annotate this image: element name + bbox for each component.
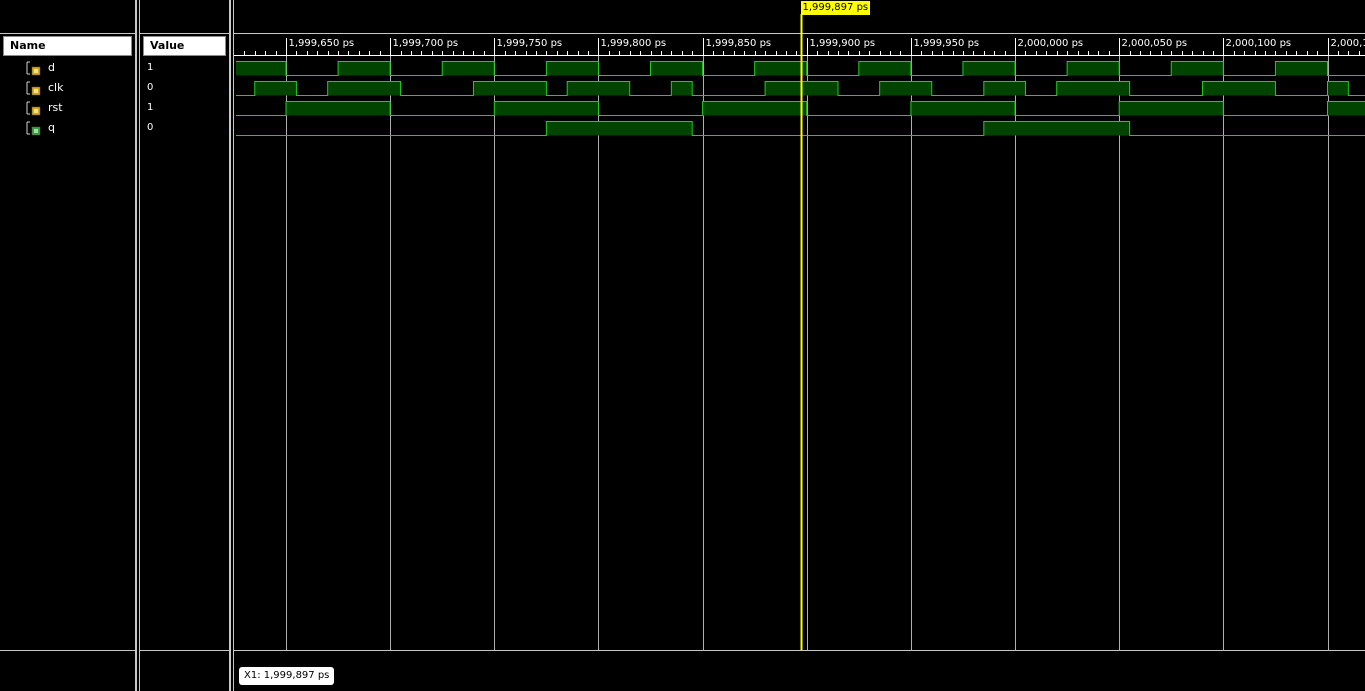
value-column-header[interactable]: Value — [143, 36, 226, 56]
waveform-high-segment — [983, 121, 1130, 136]
signal-name: q — [48, 121, 55, 134]
signal-value: 0 — [147, 82, 154, 93]
waveform-high-segment — [494, 101, 599, 116]
waveform-high-segment — [546, 61, 599, 76]
waveform-high-segment — [442, 61, 495, 76]
waveform-high-segment — [236, 61, 286, 76]
waveform-high-segment — [879, 81, 932, 96]
signal-value-row-d[interactable]: 1 — [140, 58, 230, 78]
ruler-tick-label: 2,000,050 ps — [1121, 38, 1188, 49]
ruler-tick-label: 1,999,650 ps — [288, 38, 355, 49]
waveform-high-segment — [1067, 61, 1120, 76]
name-pane-toolbar — [0, 0, 135, 34]
signal-value: 0 — [147, 122, 154, 133]
signal-value: 1 — [147, 102, 154, 113]
value-pane-footer — [140, 650, 229, 691]
waveform-high-segment — [1275, 61, 1328, 76]
cursor-x1-readout: X1: 1,999,897 ps — [239, 667, 335, 685]
ruler-tick-label: 1,999,900 ps — [809, 38, 876, 49]
waveform-high-segment — [650, 61, 703, 76]
signal-name: rst — [48, 101, 63, 114]
waveform-high-segment — [567, 81, 630, 96]
waveform-high-segment — [671, 81, 693, 96]
ruler-tick-label: 2,000,000 ps — [1017, 38, 1084, 49]
waveform-high-segment — [285, 101, 391, 116]
ruler-tick-label: 1,999,700 ps — [392, 38, 459, 49]
signal-row-rst[interactable]: rst — [0, 98, 135, 118]
waveform-high-segment — [1202, 81, 1276, 96]
waveform-high-segment — [473, 81, 547, 96]
name-column-header[interactable]: Name — [3, 36, 132, 56]
waveform-high-segment — [910, 101, 1016, 116]
ruler-tick-label: 1,999,950 ps — [913, 38, 980, 49]
signal-value-row-q[interactable]: 0 — [140, 118, 230, 138]
signal-row-clk[interactable]: clk — [0, 78, 135, 98]
name-pane-footer — [0, 650, 135, 691]
value-pane-toolbar — [140, 0, 229, 34]
input-port-icon — [26, 61, 41, 76]
waveform-high-segment — [858, 61, 911, 76]
waveform-high-segment — [702, 101, 807, 116]
waveform-high-segment — [983, 81, 1026, 96]
ruler-tick-label: 2,000,150 ps — [1330, 38, 1365, 49]
output-port-icon — [26, 121, 41, 136]
waveform-pane[interactable]: 1,999,650 ps 1,999,700 ps 1,999,750 ps 1,99… — [233, 0, 1365, 691]
waveform-high-segment — [754, 61, 807, 76]
waveform-high-segment — [962, 61, 1016, 76]
ruler-tick-label: 1,999,800 ps — [600, 38, 667, 49]
ruler-tick-label: 1,999,750 ps — [496, 38, 563, 49]
signal-value: 1 — [147, 62, 154, 73]
name-pane: Name d clk rst q — [0, 0, 137, 691]
waveform-high-segment — [546, 121, 693, 136]
waveform-high-segment — [338, 61, 391, 76]
signal-value-row-clk[interactable]: 0 — [140, 78, 230, 98]
signal-row-q[interactable]: q — [0, 118, 135, 138]
input-port-icon — [26, 101, 41, 116]
waveform-high-segment — [327, 81, 401, 96]
cursor-time-flag[interactable]: 1,999,897 ps — [800, 1, 871, 15]
signal-name: d — [48, 61, 55, 74]
waveform-canvas[interactable] — [234, 0, 1365, 691]
waveform-high-segment — [1119, 101, 1224, 116]
waveform-high-segment — [1327, 81, 1349, 96]
waveform-high-segment — [1056, 81, 1130, 96]
ruler-tick-label: 1,999,850 ps — [705, 38, 772, 49]
ruler-tick-label: 2,000,100 ps — [1225, 38, 1292, 49]
signal-row-d[interactable]: d — [0, 58, 135, 78]
signal-value-row-rst[interactable]: 1 — [140, 98, 230, 118]
input-port-icon — [26, 81, 41, 96]
waveform-high-segment — [1327, 101, 1365, 116]
value-pane: Value 1 0 1 0 — [139, 0, 231, 691]
signal-name: clk — [48, 81, 64, 94]
waveform-high-segment — [1171, 61, 1224, 76]
waveform-high-segment — [254, 81, 297, 96]
